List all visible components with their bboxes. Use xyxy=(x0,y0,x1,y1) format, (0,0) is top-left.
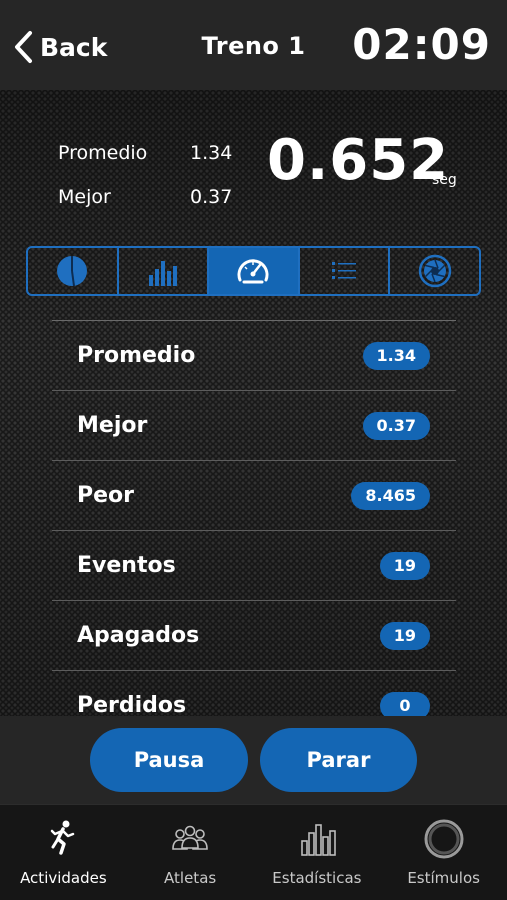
timer-clock: 02:09 xyxy=(352,20,491,69)
tab-actividades[interactable]: Actividades xyxy=(0,805,127,900)
chevron-left-icon xyxy=(15,31,32,63)
speedometer-icon xyxy=(238,259,269,284)
stat-label: Promedio xyxy=(77,343,196,368)
stat-label: Perdidos xyxy=(77,693,187,716)
stat-value-badge: 19 xyxy=(379,621,430,650)
tab-atletas[interactable]: Atletas xyxy=(127,805,254,900)
shutter-icon xyxy=(418,254,451,288)
stat-value-badge: 8.465 xyxy=(351,481,430,510)
stat-row-peor: Peor 8.465 xyxy=(52,461,456,531)
stat-value-badge: 0 xyxy=(380,691,430,716)
stat-row-mejor: Mejor 0.37 xyxy=(52,391,456,461)
stat-row-perdidos: Perdidos 0 xyxy=(52,671,456,716)
pause-button[interactable]: Pausa xyxy=(90,728,248,792)
summary-best-label: Mejor xyxy=(58,186,111,208)
action-bar: Pausa Parar xyxy=(0,716,507,804)
tab-speedometer[interactable] xyxy=(209,248,300,294)
tab-label: Atletas xyxy=(164,869,217,887)
tab-pie-chart[interactable] xyxy=(28,248,119,294)
tab-estadisticas[interactable]: Estadísticas xyxy=(254,805,381,900)
stat-label: Apagados xyxy=(77,623,200,648)
stimulus-ring-icon xyxy=(424,819,464,859)
stat-label: Peor xyxy=(77,483,135,508)
tab-label: Actividades xyxy=(20,869,107,887)
pie-chart-icon xyxy=(57,256,88,287)
stats-icon xyxy=(301,824,336,856)
athletes-icon xyxy=(172,825,208,850)
tab-label: Estadísticas xyxy=(272,869,362,887)
stat-value-badge: 19 xyxy=(379,551,430,580)
stat-label: Mejor xyxy=(77,413,148,438)
summary-average-value: 1.34 xyxy=(190,142,233,164)
bar-chart-icon xyxy=(148,261,177,286)
tab-estimulos[interactable]: Estímulos xyxy=(380,805,507,900)
stat-row-eventos: Eventos 19 xyxy=(52,531,456,601)
tab-bar-chart[interactable] xyxy=(119,248,210,294)
summary-average-label: Promedio xyxy=(58,142,148,164)
stat-row-apagados: Apagados 19 xyxy=(52,601,456,671)
stat-value-badge: 1.34 xyxy=(362,341,430,370)
time-unit: seg xyxy=(432,172,457,188)
runner-icon xyxy=(51,820,75,855)
stats-panel: Promedio 1.34 Mejor 0.37 0.652 seg Prome… xyxy=(0,90,507,716)
list-icon xyxy=(332,262,357,279)
tab-label: Estímulos xyxy=(407,869,480,887)
back-label: Back xyxy=(40,32,108,62)
tab-shutter[interactable] xyxy=(390,248,479,294)
stat-row-promedio: Promedio 1.34 xyxy=(52,321,456,391)
view-tabs xyxy=(26,246,481,296)
stop-button[interactable]: Parar xyxy=(260,728,417,792)
stats-list: Promedio 1.34 Mejor 0.37 Peor 8.465 Even… xyxy=(52,320,456,716)
stat-label: Eventos xyxy=(77,553,176,578)
back-button[interactable]: Back xyxy=(12,28,107,66)
tab-list[interactable] xyxy=(300,248,391,294)
bottom-tab-bar: Actividades Atletas Estadísticas Estímul… xyxy=(0,804,507,900)
stat-value-badge: 0.37 xyxy=(362,411,430,440)
current-time-value: 0.652 xyxy=(267,128,450,193)
summary-best-value: 0.37 xyxy=(190,186,233,208)
top-bar: Back Treno 1 02:09 xyxy=(0,0,507,90)
